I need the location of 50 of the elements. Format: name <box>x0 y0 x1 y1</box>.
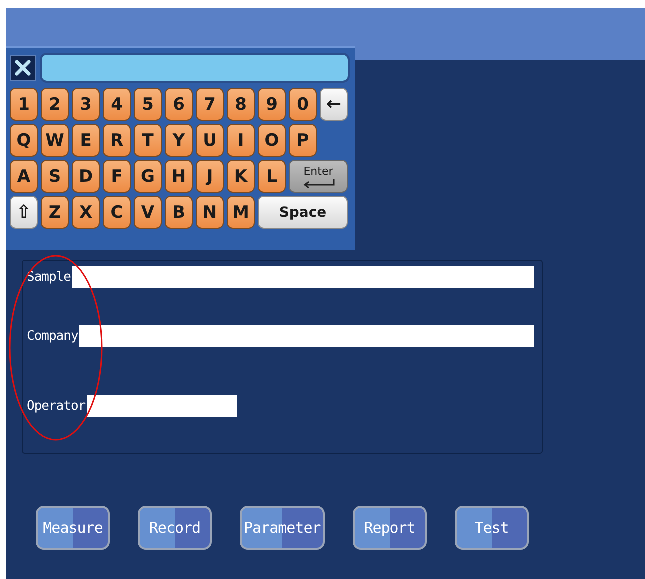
key[interactable]: Z <box>41 196 69 229</box>
key[interactable]: M <box>227 196 255 229</box>
key[interactable]: I <box>227 124 255 157</box>
key[interactable]: U <box>196 124 224 157</box>
input-field[interactable] <box>86 395 237 417</box>
key[interactable]: O <box>258 124 286 157</box>
key[interactable]: V <box>134 196 162 229</box>
input-field[interactable] <box>72 266 534 288</box>
key[interactable]: T <box>134 124 162 157</box>
key[interactable]: 1 <box>10 88 38 121</box>
key[interactable]: 6 <box>165 88 193 121</box>
key[interactable]: Q <box>10 124 38 157</box>
enter-key[interactable]: Enter <box>289 160 348 193</box>
key[interactable]: C <box>103 196 131 229</box>
key[interactable]: F <box>103 160 131 193</box>
space-key[interactable]: Space <box>258 196 348 229</box>
key[interactable]: 0 <box>289 88 317 121</box>
return-arrow-icon <box>302 179 336 188</box>
key[interactable]: B <box>165 196 193 229</box>
key[interactable]: 3 <box>72 88 100 121</box>
key[interactable]: J <box>196 160 224 193</box>
key[interactable]: G <box>134 160 162 193</box>
key[interactable]: 9 <box>258 88 286 121</box>
key[interactable]: X <box>72 196 100 229</box>
key[interactable]: A <box>10 160 38 193</box>
close-icon <box>14 59 32 77</box>
key[interactable]: W <box>41 124 69 157</box>
key[interactable]: N <box>196 196 224 229</box>
key[interactable]: S <box>41 160 69 193</box>
key[interactable]: 2 <box>41 88 69 121</box>
key[interactable]: P <box>289 124 317 157</box>
close-button[interactable] <box>10 55 36 81</box>
key[interactable]: Y <box>165 124 193 157</box>
input-field[interactable] <box>40 53 350 83</box>
field-label: Sample <box>27 270 71 284</box>
key[interactable]: 5 <box>134 88 162 121</box>
key[interactable]: L <box>258 160 286 193</box>
field-label: Company <box>27 328 78 344</box>
backspace-key[interactable]: ← <box>320 88 348 121</box>
key[interactable]: 7 <box>196 88 224 121</box>
key[interactable]: R <box>103 124 131 157</box>
shift-key[interactable]: ⇧ <box>10 196 38 229</box>
key[interactable]: 8 <box>227 88 255 121</box>
field-label: Operator <box>27 398 86 414</box>
key[interactable]: E <box>72 124 100 157</box>
key[interactable]: D <box>72 160 100 193</box>
key[interactable]: H <box>165 160 193 193</box>
input-field[interactable] <box>79 325 534 347</box>
key[interactable]: K <box>227 160 255 193</box>
key[interactable]: 4 <box>103 88 131 121</box>
